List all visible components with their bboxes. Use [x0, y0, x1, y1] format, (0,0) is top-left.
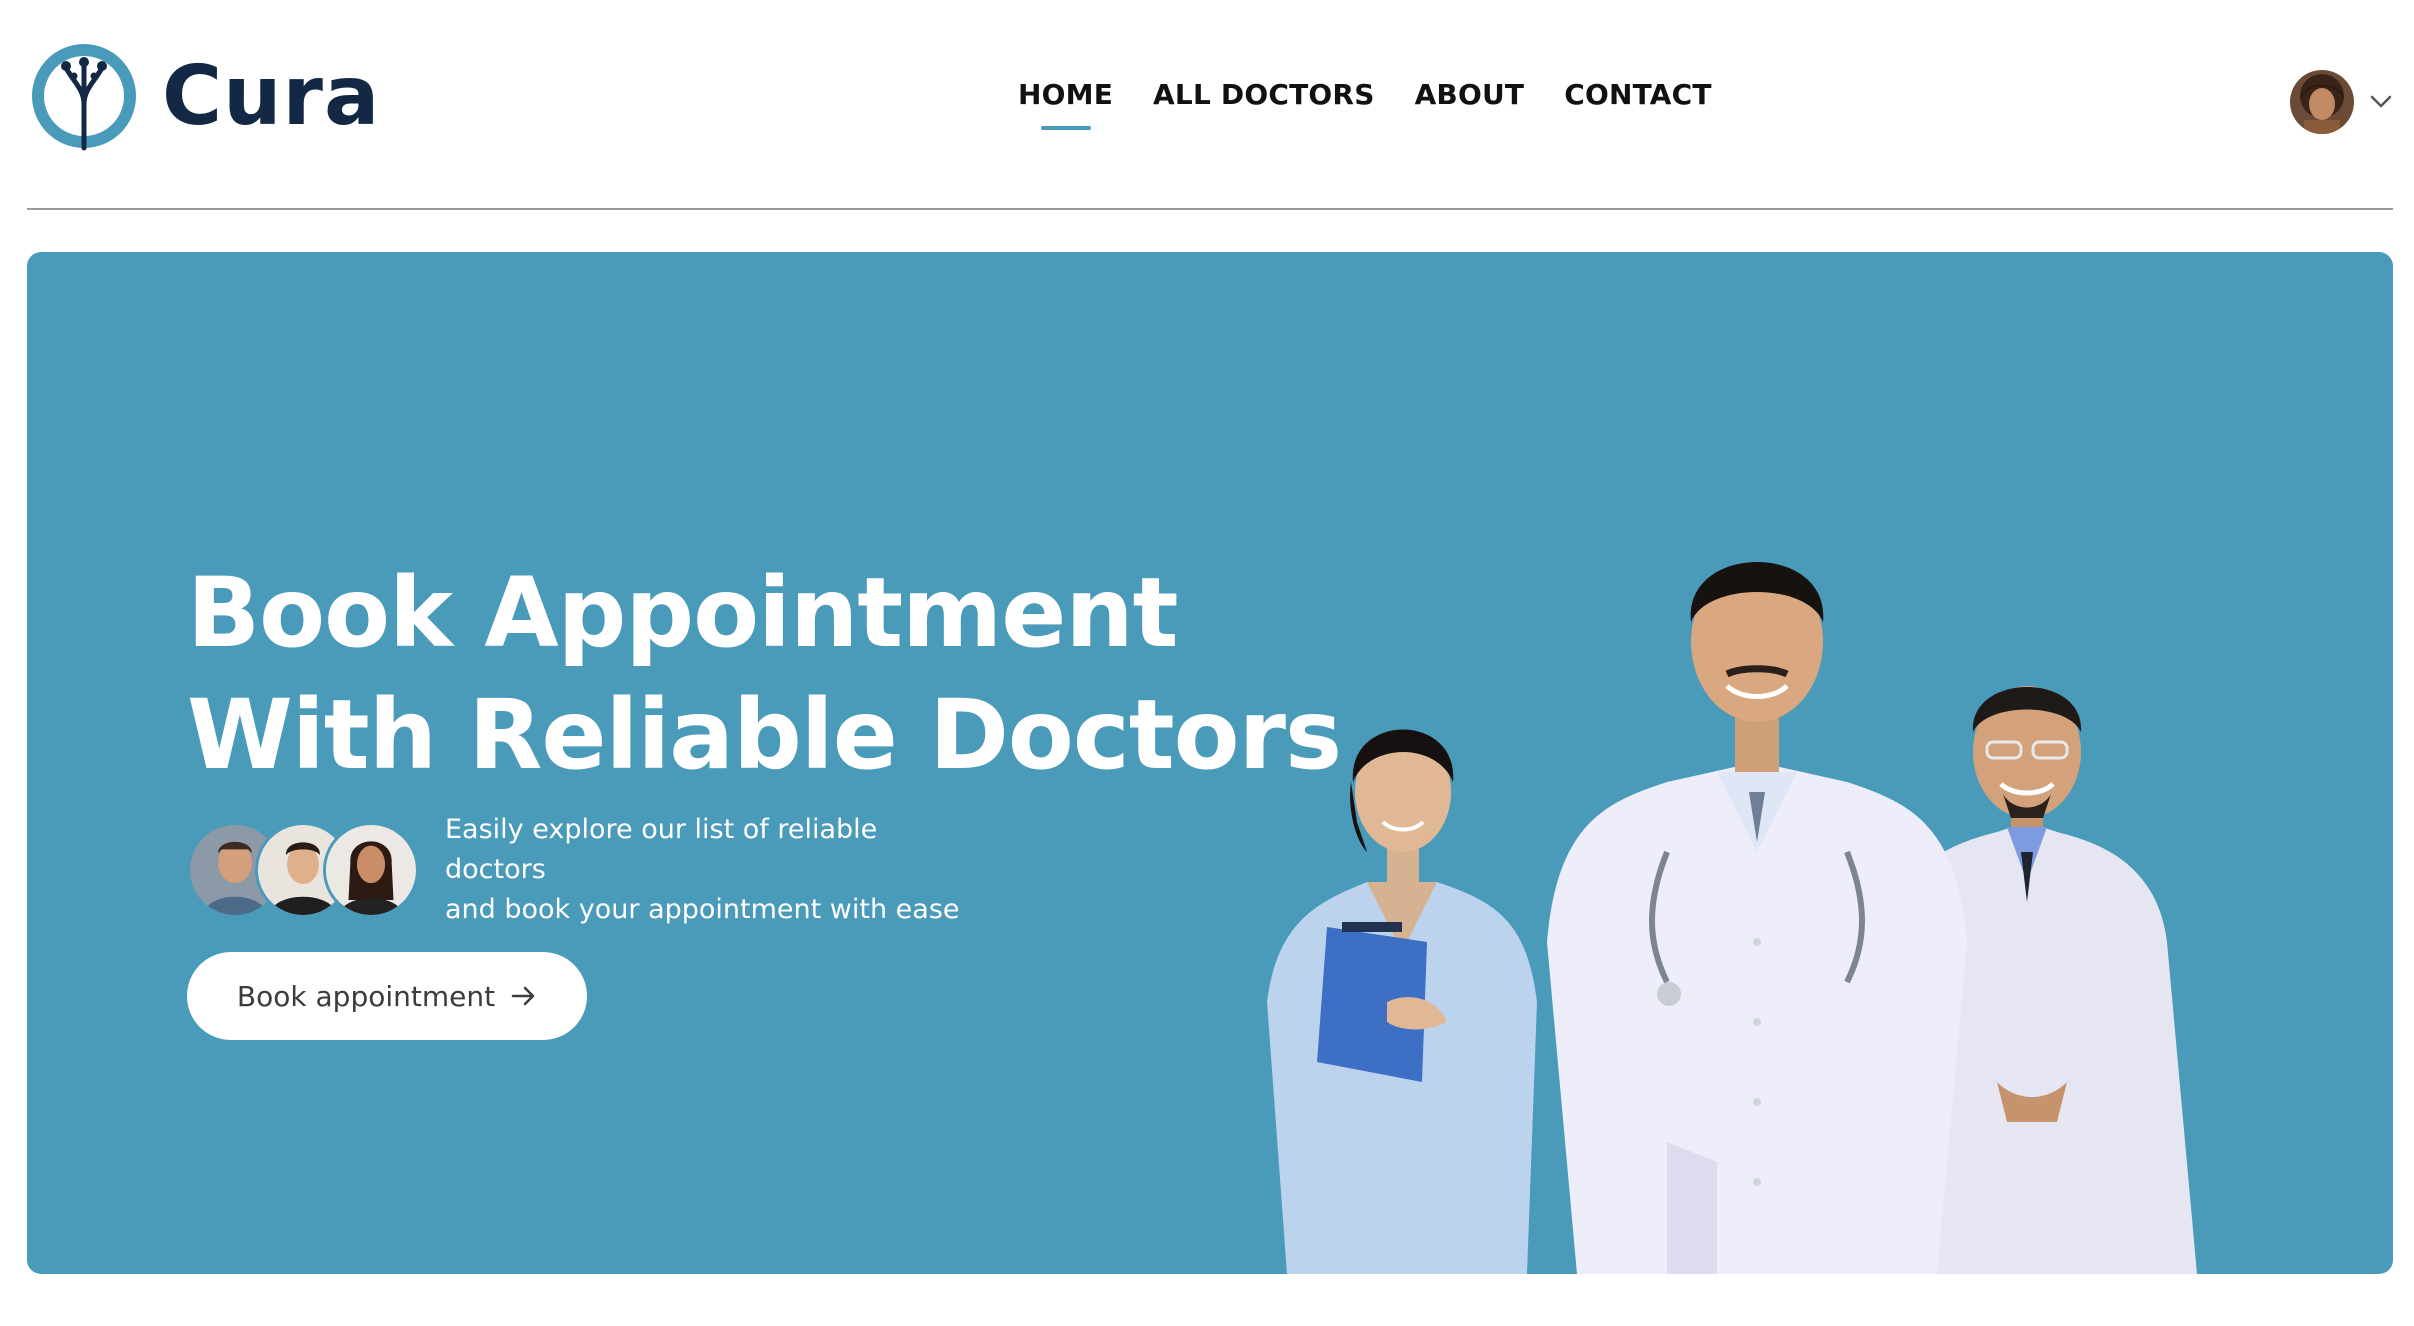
- nav-item-label: ALL DOCTORS: [1153, 78, 1375, 111]
- hero-banner: Book Appointment With Reliable Doctors E…: [27, 252, 2393, 1274]
- brand-name: Cura: [162, 48, 381, 144]
- hero-title: Book Appointment With Reliable Doctors: [187, 552, 1342, 796]
- header-divider: [27, 208, 2393, 210]
- arrow-right-icon: [511, 986, 535, 1006]
- logo[interactable]: Cura: [28, 38, 380, 154]
- nav-item-label: CONTACT: [1564, 78, 1712, 111]
- chevron-down-icon[interactable]: [2370, 95, 2392, 109]
- nurse-left-figure: [1267, 729, 1537, 1274]
- tree-logo-icon: [32, 44, 136, 151]
- profile-menu[interactable]: [2290, 70, 2392, 134]
- hero-subtext: Easily explore our list of reliable doct…: [187, 814, 965, 925]
- site-header: Cura HOME ALL DOCTORS ABOUT CONTACT: [0, 0, 2414, 208]
- hero-title-line: With Reliable Doctors: [187, 679, 1342, 791]
- nav-item-label: ABOUT: [1414, 78, 1525, 111]
- nav-item-contact[interactable]: CONTACT: [1564, 78, 1711, 111]
- user-avatar[interactable]: [2290, 70, 2354, 134]
- doctors-group-photo: [1267, 562, 2197, 1274]
- doctor-avatars-group: [187, 822, 419, 918]
- book-appointment-label: Book appointment: [236, 979, 496, 1013]
- doctor-center-figure: [1547, 562, 1967, 1274]
- active-nav-indicator: [1040, 126, 1091, 130]
- nav-item-about[interactable]: ABOUT: [1415, 78, 1525, 111]
- nav-item-label: HOME: [1018, 78, 1114, 111]
- hero-title-line: Book Appointment: [187, 557, 1179, 669]
- hero-description: Easily explore our list of reliable doct…: [445, 810, 965, 930]
- book-appointment-button[interactable]: Book appointment: [187, 952, 587, 1040]
- hero-description-line: and book your appointment with ease: [445, 894, 960, 925]
- doctor-avatar: [323, 822, 419, 918]
- main-nav: HOME ALL DOCTORS ABOUT CONTACT: [1018, 78, 1712, 138]
- nav-item-all-doctors[interactable]: ALL DOCTORS: [1153, 78, 1375, 111]
- nav-item-home[interactable]: HOME: [1018, 78, 1114, 130]
- hero-description-line: Easily explore our list of reliable doct…: [445, 814, 878, 885]
